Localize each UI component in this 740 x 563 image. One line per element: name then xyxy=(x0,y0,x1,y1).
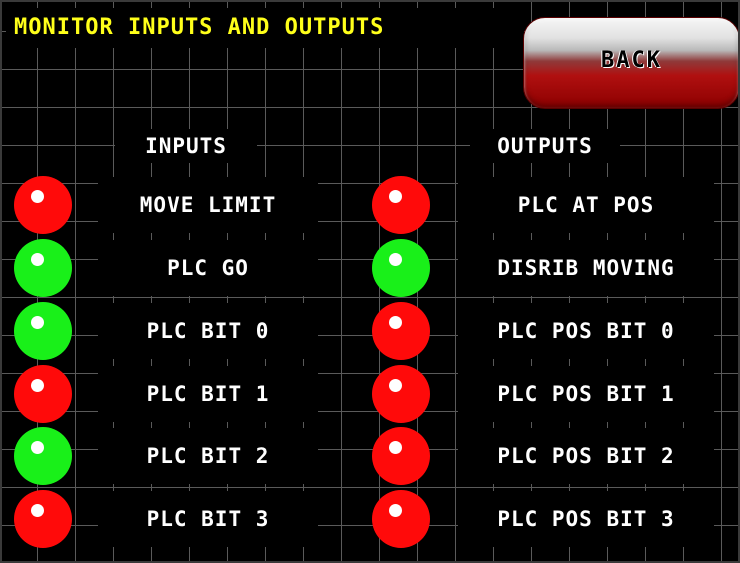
io-row: PLC GO DISRIB MOVING xyxy=(0,239,740,297)
input-label: PLC BIT 3 xyxy=(98,491,318,547)
output-indicator-lamp xyxy=(372,427,430,485)
back-button[interactable]: BACK xyxy=(523,17,740,109)
input-label: PLC BIT 1 xyxy=(98,366,318,422)
output-label: PLC POS BIT 1 xyxy=(458,366,714,422)
input-indicator-lamp xyxy=(14,365,72,423)
page-title: MONITOR INPUTS AND OUTPUTS xyxy=(6,8,524,48)
input-indicator-lamp xyxy=(14,302,72,360)
back-button-label: BACK xyxy=(601,48,662,73)
output-indicator-lamp xyxy=(372,239,430,297)
output-label: PLC POS BIT 2 xyxy=(458,428,714,484)
input-indicator-lamp xyxy=(14,427,72,485)
output-indicator-lamp xyxy=(372,365,430,423)
input-indicator-lamp xyxy=(14,176,72,234)
input-label: PLC BIT 0 xyxy=(98,303,318,359)
io-row: PLC BIT 2 PLC POS BIT 2 xyxy=(0,427,740,485)
input-indicator-lamp xyxy=(14,490,72,548)
io-row: MOVE LIMIT PLC AT POS xyxy=(0,176,740,234)
output-indicator-lamp xyxy=(372,302,430,360)
output-label: PLC POS BIT 0 xyxy=(458,303,714,359)
output-label: DISRIB MOVING xyxy=(458,240,714,296)
input-label: PLC BIT 2 xyxy=(98,428,318,484)
input-label: MOVE LIMIT xyxy=(98,177,318,233)
input-indicator-lamp xyxy=(14,239,72,297)
output-label: PLC POS BIT 3 xyxy=(458,491,714,547)
output-indicator-lamp xyxy=(372,176,430,234)
outputs-header: OUTPUTS xyxy=(470,129,620,163)
hmi-screen: MONITOR INPUTS AND OUTPUTS BACK INPUTS O… xyxy=(0,0,740,563)
io-row: PLC BIT 0 PLC POS BIT 0 xyxy=(0,302,740,360)
input-label: PLC GO xyxy=(98,240,318,296)
output-indicator-lamp xyxy=(372,490,430,548)
inputs-header: INPUTS xyxy=(115,129,257,163)
io-row: PLC BIT 3 PLC POS BIT 3 xyxy=(0,490,740,548)
output-label: PLC AT POS xyxy=(458,177,714,233)
io-row: PLC BIT 1 PLC POS BIT 1 xyxy=(0,365,740,423)
